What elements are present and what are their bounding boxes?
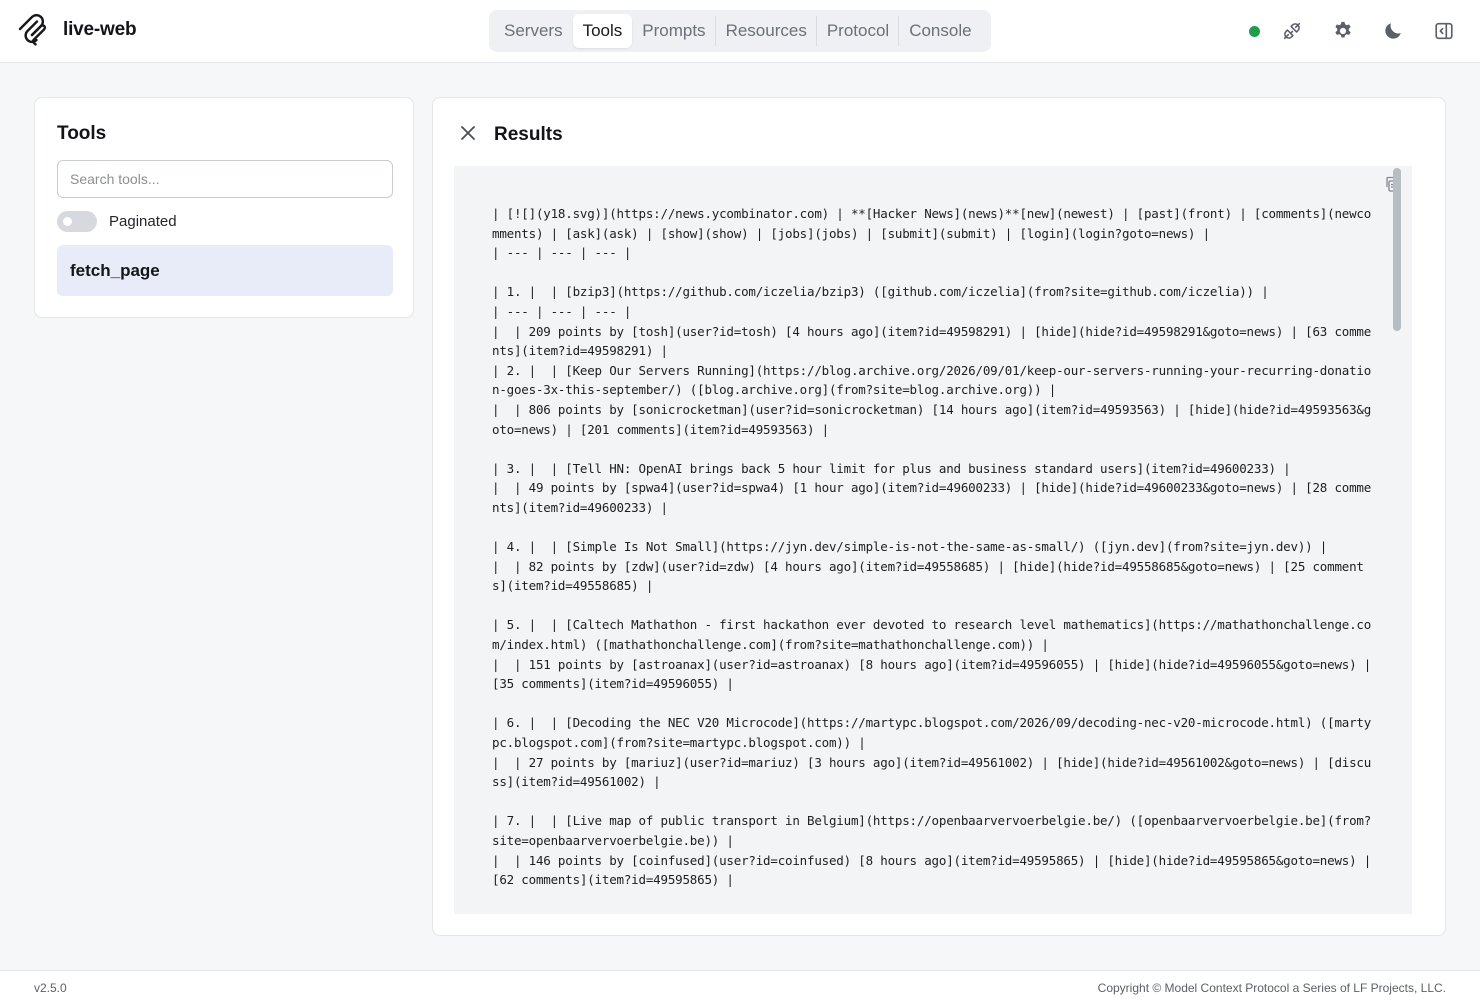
- app-name: live-web: [63, 19, 137, 40]
- settings-button[interactable]: [1331, 19, 1355, 43]
- paginated-label: Paginated: [109, 213, 177, 230]
- gear-icon: [1335, 21, 1351, 38]
- tab-protocol[interactable]: Protocol: [815, 14, 899, 48]
- tab-resources[interactable]: Resources: [714, 14, 817, 48]
- sidebar-toggle-button[interactable]: [1432, 19, 1456, 43]
- connection-button[interactable]: [1280, 19, 1304, 43]
- connection-status-dot: [1249, 26, 1260, 37]
- mcp-logo-icon: [18, 14, 47, 46]
- results-panel: Results | [![](y18.svg)](https://news.yc…: [432, 97, 1446, 936]
- brand: live-web: [17, 14, 137, 46]
- result-output-box: | [![](y18.svg)](https://news.ycombinato…: [454, 166, 1412, 914]
- paginated-toggle[interactable]: [57, 211, 97, 232]
- tool-item-label: fetch_page: [70, 260, 160, 280]
- top-bar: live-web Servers Tools Prompts Resources…: [0, 0, 1480, 63]
- sidebar-toggle-icon: [1435, 22, 1453, 40]
- results-scrollbar[interactable]: [1393, 168, 1401, 912]
- tool-item-fetch-page[interactable]: fetch_page: [57, 245, 393, 296]
- tab-servers[interactable]: Servers: [494, 14, 573, 48]
- toggle-knob: [63, 217, 72, 226]
- theme-toggle-button[interactable]: [1381, 19, 1405, 43]
- tools-panel: Tools Paginated fetch_page: [34, 97, 414, 318]
- version-label: v2.5.0: [34, 981, 67, 995]
- footer: v2.5.0 Copyright © Model Context Protoco…: [0, 970, 1480, 1004]
- search-tools-input[interactable]: [57, 160, 393, 198]
- main-nav-tabs: Servers Tools Prompts Resources Protocol…: [489, 10, 991, 52]
- tab-prompts[interactable]: Prompts: [632, 14, 715, 48]
- moon-icon: [1385, 23, 1401, 39]
- results-scrollbar-thumb[interactable]: [1393, 168, 1401, 331]
- close-icon[interactable]: [459, 124, 477, 142]
- copyright-notice: Copyright © Model Context Protocol a Ser…: [1097, 981, 1446, 995]
- tab-tools[interactable]: Tools: [572, 14, 633, 48]
- results-title: Results: [494, 124, 563, 145]
- result-text: | [![](y18.svg)](https://news.ycombinato…: [492, 206, 1372, 888]
- connection-icon: [1283, 22, 1301, 40]
- tab-console[interactable]: Console: [898, 14, 981, 48]
- tools-panel-title: Tools: [57, 123, 107, 144]
